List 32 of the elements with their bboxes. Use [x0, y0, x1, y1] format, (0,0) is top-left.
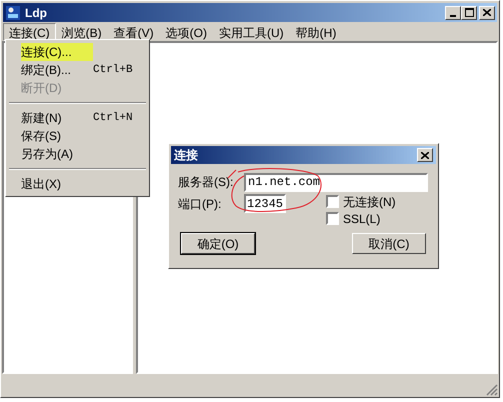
port-field[interactable]: 12345 — [244, 194, 286, 213]
menu-item[interactable]: 保存(S) — [8, 127, 147, 145]
menu-bar-item[interactable]: 浏览(B) — [56, 22, 108, 40]
dialog-title: 连接 — [174, 147, 199, 164]
close-icon — [483, 9, 491, 16]
menu-bar-item[interactable]: 查看(V) — [108, 22, 160, 40]
minimize-button[interactable] — [445, 6, 461, 20]
checkbox-label: 无连接(N) — [343, 194, 396, 210]
server-label: 服务器(S): — [178, 174, 234, 191]
dialog-button[interactable]: 确定(O) — [181, 233, 255, 254]
maximize-button[interactable] — [461, 6, 477, 20]
checkbox[interactable] — [326, 212, 339, 225]
checkbox[interactable] — [326, 195, 339, 208]
maximize-icon — [464, 8, 474, 17]
menu-item[interactable]: 新建(N) Ctrl+N — [8, 109, 147, 127]
checkbox-label: SSL(L) — [343, 210, 380, 228]
window-title: Ldp — [25, 4, 47, 22]
server-field[interactable]: n1.net.com — [244, 172, 428, 192]
close-icon — [421, 152, 429, 158]
menu-item[interactable]: 另存为(A) — [8, 145, 147, 163]
menu-item[interactable]: 绑定(B)... Ctrl+B — [8, 61, 147, 79]
menu-item[interactable]: 退出(X) — [8, 175, 147, 193]
close-button[interactable] — [417, 148, 433, 162]
minimize-icon — [450, 14, 456, 16]
resize-grip-icon — [486, 384, 498, 396]
menu-bar-item[interactable]: 选项(O) — [160, 22, 213, 40]
close-button[interactable] — [479, 6, 495, 20]
menu-bar-item[interactable]: 帮助(H) — [290, 22, 342, 40]
app-icon — [5, 4, 21, 20]
menu-bar-item[interactable]: 实用工具(U) — [213, 22, 290, 40]
port-label: 端口(P): — [178, 196, 222, 213]
dialog-button[interactable]: 取消(C) — [352, 233, 426, 254]
